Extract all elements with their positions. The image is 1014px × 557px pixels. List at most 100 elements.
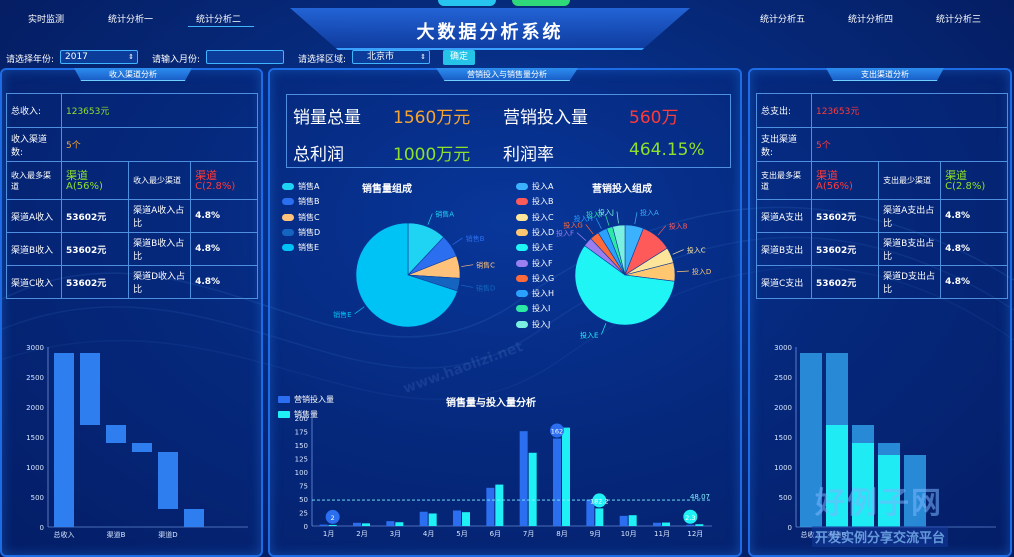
table-cell: 4.8% xyxy=(940,265,1008,299)
most-channel-value: 渠道 A(56%) xyxy=(60,161,130,200)
total-expense-label: 总支出: xyxy=(756,93,812,128)
waterfall-bar xyxy=(184,509,204,527)
pie-leader-line xyxy=(657,225,667,236)
profit-value: 1000万元 xyxy=(393,145,471,165)
pie-leader-line xyxy=(595,217,602,229)
tab-stats-5[interactable]: 统计分析五 xyxy=(760,12,805,25)
chevron-updown-icon: ⇕ xyxy=(128,53,134,61)
channel-count-label: 收入渠道数: xyxy=(6,127,62,162)
pie-label: 销售A xyxy=(435,210,454,219)
least-channel-value: 渠道 C(2.8%) xyxy=(190,161,258,200)
pie-leader-line xyxy=(452,237,463,245)
legend-swatch xyxy=(516,290,528,298)
pie-label: 投入E xyxy=(580,331,598,340)
month-input[interactable] xyxy=(206,50,284,64)
combo-bar xyxy=(562,427,570,526)
y-tick-label: 1500 xyxy=(26,434,44,442)
x-tick-label: 9月 xyxy=(590,530,601,538)
least-expense-label: 支出最少渠道 xyxy=(878,161,942,200)
legend-item[interactable]: 投入A xyxy=(516,182,553,192)
legend-item[interactable]: 营销投入量 xyxy=(278,395,334,405)
x-tick-label: 12月 xyxy=(687,530,703,538)
legend-swatch xyxy=(516,198,528,206)
y-tick-label: 125 xyxy=(295,456,308,464)
legend-swatch xyxy=(282,244,294,252)
combo-bar xyxy=(353,522,361,526)
income-panel-title: 收入渠道分析 xyxy=(74,68,192,81)
x-tick-label: 3月 xyxy=(390,530,401,538)
pie-leader-line xyxy=(427,213,433,225)
x-tick-label: 4月 xyxy=(423,530,434,538)
expense-table: 总支出: 123653元 支出渠道数: 5个 支出最多渠道 渠道 A(56%) … xyxy=(756,93,1008,299)
x-tick-label: 8月 xyxy=(556,530,567,538)
combo-bar xyxy=(386,521,395,526)
y-tick-label: 50 xyxy=(299,496,308,504)
profit-label: 总利润 xyxy=(293,145,344,165)
pie-leader-line xyxy=(354,306,365,315)
expense-panel-title: 支出渠道分析 xyxy=(826,68,944,81)
y-tick-label: 2500 xyxy=(774,374,792,382)
table-cell: 53602元 xyxy=(60,232,130,266)
table-cell: 53602元 xyxy=(60,265,130,299)
pie-leader-line xyxy=(585,224,594,235)
tab-stats-2[interactable]: 统计分析二 xyxy=(196,12,241,25)
combo-bar xyxy=(419,511,428,526)
month-label: 请输入月份: xyxy=(152,55,201,65)
sales-total-value: 1560万元 xyxy=(393,108,471,128)
combo-bar xyxy=(395,522,404,526)
table-cell: 渠道B支出占比 xyxy=(878,232,942,266)
least-channel-label: 收入最少渠道 xyxy=(128,161,192,200)
table-cell: 渠道A收入占比 xyxy=(128,199,192,233)
x-tick-label: 10月 xyxy=(621,530,637,538)
legend-label: 销售A xyxy=(298,182,320,191)
marketing-panel-title: 营销投入与销售量分析 xyxy=(436,68,578,81)
combo-bar xyxy=(653,522,661,526)
legend-item[interactable]: 销售A xyxy=(282,182,319,192)
legend-label: 投入A xyxy=(532,182,554,191)
combo-bar xyxy=(595,508,604,526)
marker-label: 182.2 xyxy=(590,497,609,505)
legend-swatch xyxy=(278,396,290,403)
table-cell: 渠道A支出 xyxy=(756,199,812,233)
legend-swatch xyxy=(282,183,294,190)
waterfall-bar xyxy=(80,353,100,425)
combo-bar xyxy=(553,438,561,526)
table-cell: 渠道D支出占比 xyxy=(878,265,942,299)
average-label: 48.07 xyxy=(690,493,710,501)
pie-label: 销售E xyxy=(333,310,351,319)
sales-pie-title: 销售量组成 xyxy=(362,184,412,195)
tab-realtime[interactable]: 实时监测 xyxy=(28,12,64,25)
income-panel: 收入渠道分析 总收入: 123653元 收入渠道数: 5个 收入最多渠道 渠道 … xyxy=(0,68,263,557)
y-tick-label: 0 xyxy=(788,524,792,532)
y-tick-label: 3000 xyxy=(774,344,792,352)
y-tick-label: 0 xyxy=(304,523,308,531)
confirm-button[interactable]: 确定 xyxy=(443,50,475,65)
most-expense-value: 渠道 A(56%) xyxy=(810,161,880,200)
legend-swatch xyxy=(516,305,528,313)
pie-label: 销售C xyxy=(476,261,495,270)
combo-chart-title: 销售量与投入量分析 xyxy=(446,398,536,409)
y-tick-label: 1500 xyxy=(774,434,792,442)
pie-leader-line xyxy=(672,249,684,255)
tab-stats-4[interactable]: 统计分析四 xyxy=(848,12,893,25)
page-title: 大数据分析系统 xyxy=(416,22,564,43)
legend-swatch xyxy=(282,198,294,206)
region-select[interactable]: 北京市 ⇕ xyxy=(352,50,430,64)
legend-swatch xyxy=(516,228,528,236)
y-tick-label: 3000 xyxy=(26,344,44,352)
table-cell: 渠道B收入占比 xyxy=(128,232,192,266)
legend-swatch xyxy=(516,183,528,190)
tab-stats-1[interactable]: 统计分析一 xyxy=(108,12,153,25)
combo-bar xyxy=(528,452,537,526)
pie-label: 投入B xyxy=(669,222,688,231)
table-cell: 渠道D收入占比 xyxy=(128,265,192,299)
x-tick-label: 渠道D xyxy=(158,530,177,539)
table-cell: 渠道C收入 xyxy=(6,265,62,299)
waterfall-bar xyxy=(106,425,126,443)
pie-leader-line xyxy=(460,284,473,288)
least-expense-value-a: 渠道 xyxy=(945,168,968,182)
watermark-brand: 好例子网 xyxy=(815,486,943,521)
year-select[interactable]: 2017 ⇕ xyxy=(60,50,138,64)
tab-stats-3[interactable]: 统计分析三 xyxy=(936,12,981,25)
combo-bar xyxy=(486,487,495,526)
